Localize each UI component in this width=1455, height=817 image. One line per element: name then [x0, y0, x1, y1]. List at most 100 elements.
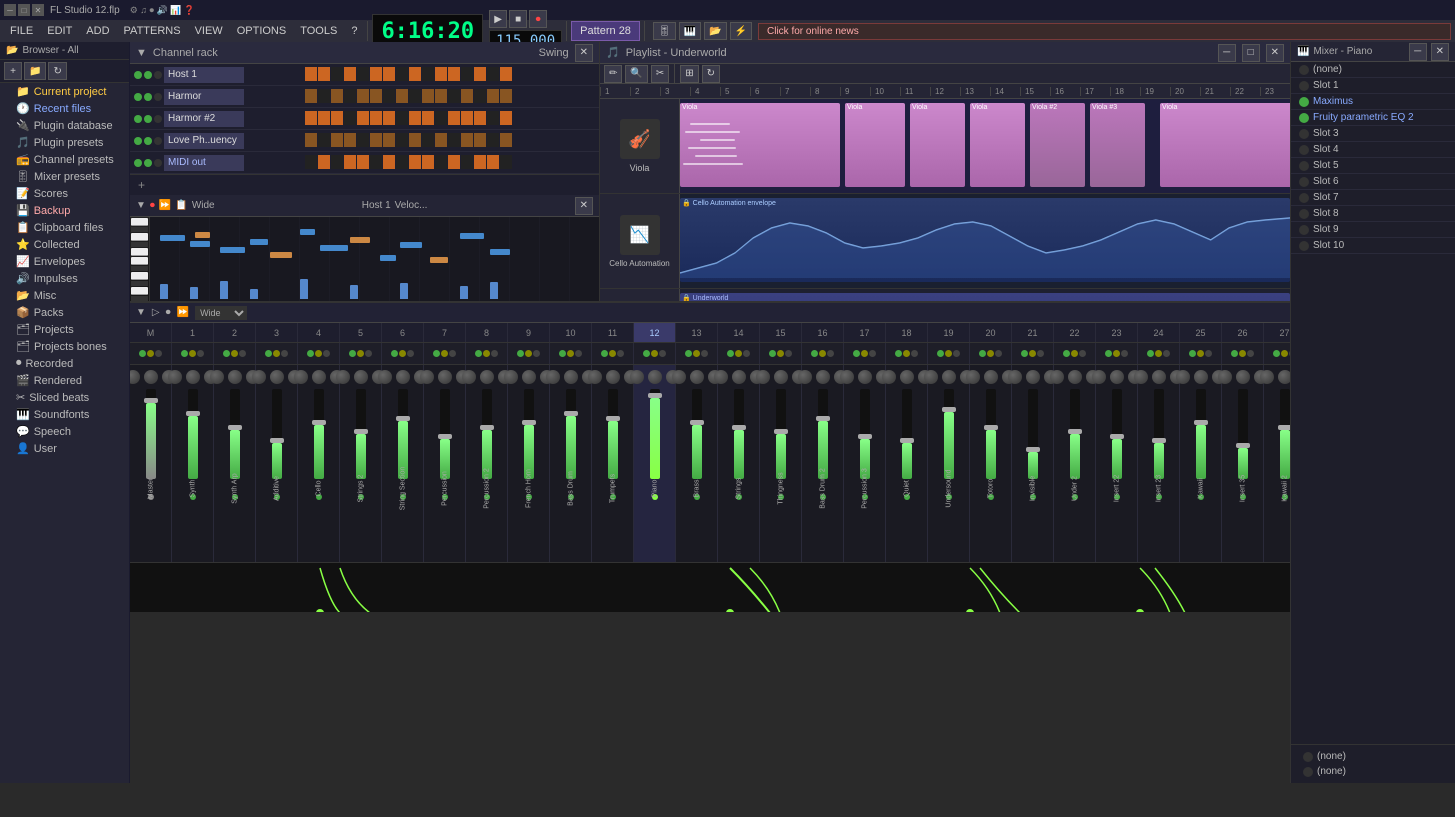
pad[interactable] — [461, 67, 473, 81]
mixer-strip-Percussion3[interactable]: Percussion 3 — [844, 365, 886, 562]
mixer-num-3[interactable]: 3 — [256, 323, 298, 342]
mixer-strip-Trumpets[interactable]: Trumpets — [592, 365, 634, 562]
knob-25-1[interactable] — [1194, 370, 1208, 384]
mixer-led-green-20[interactable] — [979, 350, 986, 357]
pad[interactable] — [422, 155, 434, 169]
mixer-strip-Insert35[interactable]: Insert 35 — [1222, 365, 1264, 562]
knob-13-0[interactable] — [672, 370, 686, 384]
knob-1-0[interactable] — [168, 370, 182, 384]
slot-3-indicator[interactable] — [1299, 129, 1309, 139]
pad[interactable] — [461, 133, 473, 147]
pad[interactable] — [422, 133, 434, 147]
mixer-strip-Undersound[interactable]: Undersound — [928, 365, 970, 562]
sidebar-item-packs[interactable]: 📦 Packs — [0, 304, 129, 321]
sidebar-item-recent-files[interactable]: 🕐 Recent files — [0, 100, 129, 117]
mixer-led-yellow-27[interactable] — [1281, 350, 1288, 357]
mixer-led-red-19[interactable] — [953, 350, 960, 357]
knob-16-0[interactable] — [798, 370, 812, 384]
pad[interactable] — [344, 155, 356, 169]
plugin-slot-5[interactable]: Slot 5 — [1291, 158, 1455, 174]
pad[interactable] — [396, 155, 408, 169]
mixer-led-yellow-24[interactable] — [1155, 350, 1162, 357]
pad[interactable] — [422, 67, 434, 81]
mixer-led-yellow-10[interactable] — [567, 350, 574, 357]
sidebar-item-scores[interactable]: 📝 Scores — [0, 185, 129, 202]
pad[interactable] — [305, 89, 317, 103]
mixer-led-yellow-23[interactable] — [1113, 350, 1120, 357]
pl-tool3[interactable]: ✂ — [651, 65, 669, 83]
pad[interactable] — [448, 155, 460, 169]
pad[interactable] — [487, 111, 499, 125]
mixer-led-green-5[interactable] — [349, 350, 356, 357]
pad[interactable] — [370, 111, 382, 125]
mixer-num-0[interactable]: M — [130, 323, 172, 342]
ch-led2-harmor2[interactable] — [144, 115, 152, 123]
knob-14-0[interactable] — [714, 370, 728, 384]
mixer-mode-select[interactable]: Wide Normal — [195, 306, 247, 320]
pad[interactable] — [370, 67, 382, 81]
plugin-slot-7[interactable]: Slot 7 — [1291, 190, 1455, 206]
mixer-strip-Strings[interactable]: Strings — [718, 365, 760, 562]
menu-tools[interactable]: TOOLS — [294, 23, 343, 39]
mixer-led-red-24[interactable] — [1163, 350, 1170, 357]
pad[interactable] — [500, 155, 512, 169]
piano-roll-grid[interactable] — [150, 217, 599, 301]
pad[interactable] — [305, 111, 317, 125]
knob-25-0[interactable] — [1176, 370, 1190, 384]
knob-23-1[interactable] — [1110, 370, 1124, 384]
mixer-led-red-20[interactable] — [995, 350, 1002, 357]
sidebar-item-channel-presets[interactable]: 📻 Channel presets — [0, 151, 129, 168]
mixer-strip-StringSection[interactable]: String Section — [382, 365, 424, 562]
pad[interactable] — [487, 89, 499, 103]
mixer-num-15[interactable]: 15 — [760, 323, 802, 342]
sidebar-item-envelopes[interactable]: 📈 Envelopes — [0, 253, 129, 270]
knob-17-1[interactable] — [858, 370, 872, 384]
mixer-led-green-19[interactable] — [937, 350, 944, 357]
pad[interactable] — [461, 155, 473, 169]
knob-16-1[interactable] — [816, 370, 830, 384]
sidebar-item-plugin-presets[interactable]: 🎵 Plugin presets — [0, 134, 129, 151]
pad[interactable] — [487, 67, 499, 81]
slot-6-indicator[interactable] — [1299, 177, 1309, 187]
sidebar-item-projects-bones[interactable]: 🗂 Projects bones — [0, 338, 129, 355]
sidebar-item-collected[interactable]: ⭐ Collected — [0, 236, 129, 253]
mixer-num-13[interactable]: 13 — [676, 323, 718, 342]
mixer-num-24[interactable]: 24 — [1138, 323, 1180, 342]
pad[interactable] — [396, 133, 408, 147]
bottom-slot-btn1[interactable] — [1303, 752, 1313, 762]
knob-19-0[interactable] — [924, 370, 938, 384]
mixer-led-red-2[interactable] — [239, 350, 246, 357]
mixer-led-green-15[interactable] — [769, 350, 776, 357]
mixer-led-green-25[interactable] — [1189, 350, 1196, 357]
mixer-led-green-6[interactable] — [391, 350, 398, 357]
mixer-led-red-11[interactable] — [617, 350, 624, 357]
mixer-strip-BassDrum[interactable]: Bass Drum — [550, 365, 592, 562]
viola-block[interactable]: Viola — [910, 103, 965, 187]
knob-10-1[interactable] — [564, 370, 578, 384]
pad[interactable] — [318, 133, 330, 147]
plugin-slot-6[interactable]: Slot 6 — [1291, 174, 1455, 190]
knob-14-1[interactable] — [732, 370, 746, 384]
ch-led-midi[interactable] — [134, 159, 142, 167]
knob-3-1[interactable] — [270, 370, 284, 384]
plugin-slot-eq[interactable]: Fruity parametric EQ 2 — [1291, 110, 1455, 126]
sidebar-item-user[interactable]: 👤 User — [0, 440, 129, 457]
mixer-num-20[interactable]: 20 — [970, 323, 1012, 342]
knob-18-0[interactable] — [882, 370, 896, 384]
knob-27-0[interactable] — [1260, 370, 1274, 384]
mixer-led-yellow-4[interactable] — [315, 350, 322, 357]
mixer-led-green-17[interactable] — [853, 350, 860, 357]
menu-help[interactable]: ? — [345, 23, 363, 39]
pad[interactable] — [396, 111, 408, 125]
mixer-led-green-23[interactable] — [1105, 350, 1112, 357]
knob-22-1[interactable] — [1068, 370, 1082, 384]
mixer-led-yellow-8[interactable] — [483, 350, 490, 357]
mixer-led-yellow-12[interactable] — [651, 350, 658, 357]
mixer-led-green-22[interactable] — [1063, 350, 1070, 357]
knob-6-0[interactable] — [378, 370, 392, 384]
slot-7-indicator[interactable] — [1299, 193, 1309, 203]
maximize-btn[interactable]: □ — [18, 4, 30, 16]
knob-6-1[interactable] — [396, 370, 410, 384]
slot-5-indicator[interactable] — [1299, 161, 1309, 171]
pad[interactable] — [331, 89, 343, 103]
